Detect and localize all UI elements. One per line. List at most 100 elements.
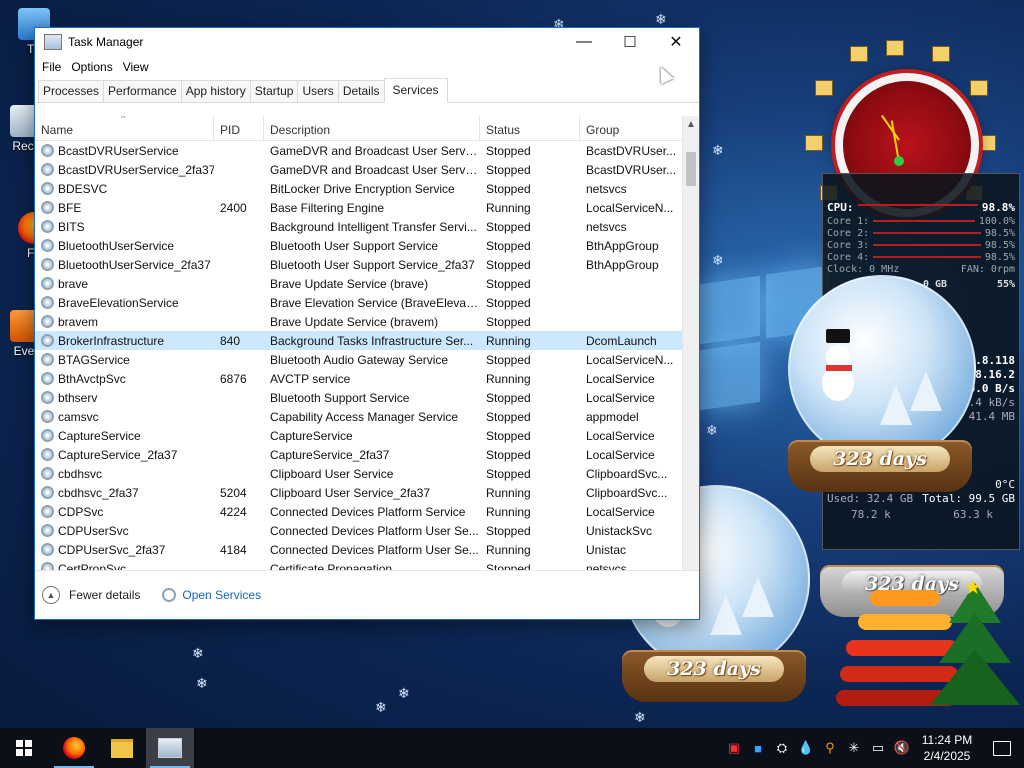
- core-label: Core 3:: [827, 240, 870, 251]
- table-row[interactable]: BcastDVRUserService GameDVR and Broadcast…: [35, 141, 683, 160]
- cell-status: Stopped: [486, 295, 531, 310]
- menu-file[interactable]: File: [37, 60, 66, 74]
- cell-status: Stopped: [486, 409, 531, 424]
- table-row[interactable]: CaptureService_2fa37 CaptureService_2fa37…: [35, 445, 683, 464]
- table-row[interactable]: BcastDVRUserService_2fa37 GameDVR and Bro…: [35, 160, 683, 179]
- table-row[interactable]: cbdhsvc_2fa37 5204 Clipboard User Service_…: [35, 483, 683, 502]
- service-icon: [41, 315, 54, 328]
- tab-users[interactable]: Users: [297, 80, 339, 102]
- service-name: BluetoothUserService: [58, 238, 175, 253]
- table-row[interactable]: CaptureService CaptureService Stopped Local…: [35, 426, 683, 445]
- cell-name: BDESVC: [35, 182, 214, 196]
- title-bar[interactable]: Task Manager — ☐ ✕: [35, 28, 699, 56]
- table-row[interactable]: camsvc Capability Access Manager Service S…: [35, 407, 683, 426]
- column-header-name[interactable]: ^ Name: [35, 116, 214, 140]
- taskbar-firefox[interactable]: [50, 728, 98, 768]
- table-row[interactable]: BluetoothUserService_2fa37 Bluetooth User…: [35, 255, 683, 274]
- task-manager-window[interactable]: Task Manager — ☐ ✕ File Options View Pro…: [34, 27, 700, 620]
- taskbar-task-manager[interactable]: [146, 728, 194, 768]
- table-row[interactable]: cbdhsvc Clipboard User Service Stopped Clip…: [35, 464, 683, 483]
- vertical-scrollbar[interactable]: ▲: [682, 116, 699, 571]
- fewer-details-button[interactable]: ▲ Fewer details: [42, 586, 140, 604]
- christmas-tree-icon: ★: [930, 575, 1020, 725]
- scrollbar-thumb[interactable]: [686, 152, 696, 186]
- cell-group: ClipboardSvc...: [586, 485, 668, 500]
- maximize-button[interactable]: ☐: [607, 28, 653, 56]
- column-header-status[interactable]: Status: [480, 116, 580, 140]
- table-row[interactable]: brave Brave Update Service (brave) Stopped: [35, 274, 683, 293]
- column-header-group[interactable]: Group: [580, 116, 683, 140]
- table-row[interactable]: BITS Background Intelligent Transfer Serv…: [35, 217, 683, 236]
- table-row[interactable]: CDPUserSvc Connected Devices Platform Use…: [35, 521, 683, 540]
- service-name: CaptureService_2fa37: [58, 447, 178, 462]
- volume-muted-icon[interactable]: 🔇: [890, 728, 914, 768]
- cell-description: Capability Access Manager Service: [270, 409, 459, 424]
- table-row[interactable]: BthAvctpSvc 6876 AVCTP service Running Local…: [35, 369, 683, 388]
- cell-name: CaptureService_2fa37: [35, 448, 214, 462]
- service-name: CDPSvc: [58, 504, 104, 519]
- days-countdown: 323 days: [644, 656, 784, 682]
- cell-group: LocalService: [586, 428, 655, 443]
- cell-name: BrokerInfrastructure: [35, 334, 214, 348]
- service-icon: [41, 296, 54, 309]
- column-header-description[interactable]: Description: [264, 116, 480, 140]
- tray-drop-icon[interactable]: 💧: [794, 728, 818, 768]
- cell-group: appmodel: [586, 409, 639, 424]
- table-row[interactable]: CDPUserSvc_2fa37 4184 Connected Devices Pl…: [35, 540, 683, 559]
- taskbar-file-explorer[interactable]: [98, 728, 146, 768]
- core-row: Core 3: 98.5%: [823, 240, 1019, 252]
- scroll-up-arrow-icon[interactable]: ▲: [683, 116, 699, 134]
- service-icon: [41, 144, 54, 157]
- table-row[interactable]: bravem Brave Update Service (bravem) Stopp…: [35, 312, 683, 331]
- tab-app-history[interactable]: App history: [180, 80, 251, 102]
- cell-description: GameDVR and Broadcast User Servic...: [270, 162, 480, 177]
- network-icon[interactable]: ▭: [866, 728, 890, 768]
- taskbar-clock[interactable]: 11:24 PM 2/4/2025: [914, 732, 980, 764]
- tab-services[interactable]: Services: [383, 78, 448, 103]
- table-row[interactable]: bthserv Bluetooth Support Service Stopped L…: [35, 388, 683, 407]
- open-services-link[interactable]: Open Services: [162, 588, 261, 602]
- service-icon: [41, 163, 54, 176]
- cell-status: Running: [486, 333, 531, 348]
- tab-performance[interactable]: Performance: [103, 80, 182, 102]
- tray-app-icon[interactable]: ▣: [722, 728, 746, 768]
- tray-snowflake-icon[interactable]: ✳: [842, 728, 866, 768]
- column-header-pid[interactable]: PID: [214, 116, 264, 140]
- cell-group: LocalService: [586, 447, 655, 462]
- cell-status: Running: [486, 542, 531, 557]
- table-row[interactable]: BraveElevationService Brave Elevation Ser…: [35, 293, 683, 312]
- clock-time: 11:24 PM: [921, 733, 973, 747]
- menu-options[interactable]: Options: [66, 60, 117, 74]
- cell-description: Background Tasks Infrastructure Ser...: [270, 333, 474, 348]
- cell-group: BthAppGroup: [586, 238, 659, 253]
- table-row[interactable]: BDESVC BitLocker Drive Encryption Service…: [35, 179, 683, 198]
- tray-tools-icon[interactable]: ⛭: [770, 728, 794, 768]
- service-icon: [41, 467, 54, 480]
- notification-icon: [993, 740, 1011, 756]
- cell-status: Stopped: [486, 428, 531, 443]
- core-label: Core 2:: [827, 228, 870, 239]
- table-row[interactable]: BFE 2400 Base Filtering Engine Running Local…: [35, 198, 683, 217]
- menu-view[interactable]: View: [118, 60, 154, 74]
- tab-processes[interactable]: Processes: [38, 80, 105, 102]
- cell-description: Clipboard User Service_2fa37: [270, 485, 431, 500]
- service-icon: [41, 391, 54, 404]
- cell-name: BluetoothUserService: [35, 239, 214, 253]
- cell-name: brave: [35, 277, 214, 291]
- cell-status: Running: [486, 200, 531, 215]
- table-row[interactable]: BTAGService Bluetooth Audio Gateway Servi…: [35, 350, 683, 369]
- close-button[interactable]: ✕: [653, 28, 699, 56]
- tray-search-icon[interactable]: ⚲: [818, 728, 842, 768]
- tab-details[interactable]: Details: [337, 80, 385, 102]
- table-row[interactable]: BrokerInfrastructure 840 Background Tasks …: [35, 331, 683, 350]
- table-row[interactable]: BluetoothUserService Bluetooth User Suppo…: [35, 236, 683, 255]
- start-button[interactable]: [0, 728, 48, 768]
- tab-startup[interactable]: Startup: [249, 80, 299, 102]
- house-icon: [815, 80, 833, 96]
- minimize-button[interactable]: —: [561, 28, 607, 56]
- cell-name: BFE: [35, 201, 214, 215]
- action-center-button[interactable]: [980, 728, 1024, 768]
- table-row[interactable]: CDPSvc 4224 Connected Devices Platform Ser…: [35, 502, 683, 521]
- tray-blue-square-icon[interactable]: ■: [746, 728, 770, 768]
- service-icon: [41, 220, 54, 233]
